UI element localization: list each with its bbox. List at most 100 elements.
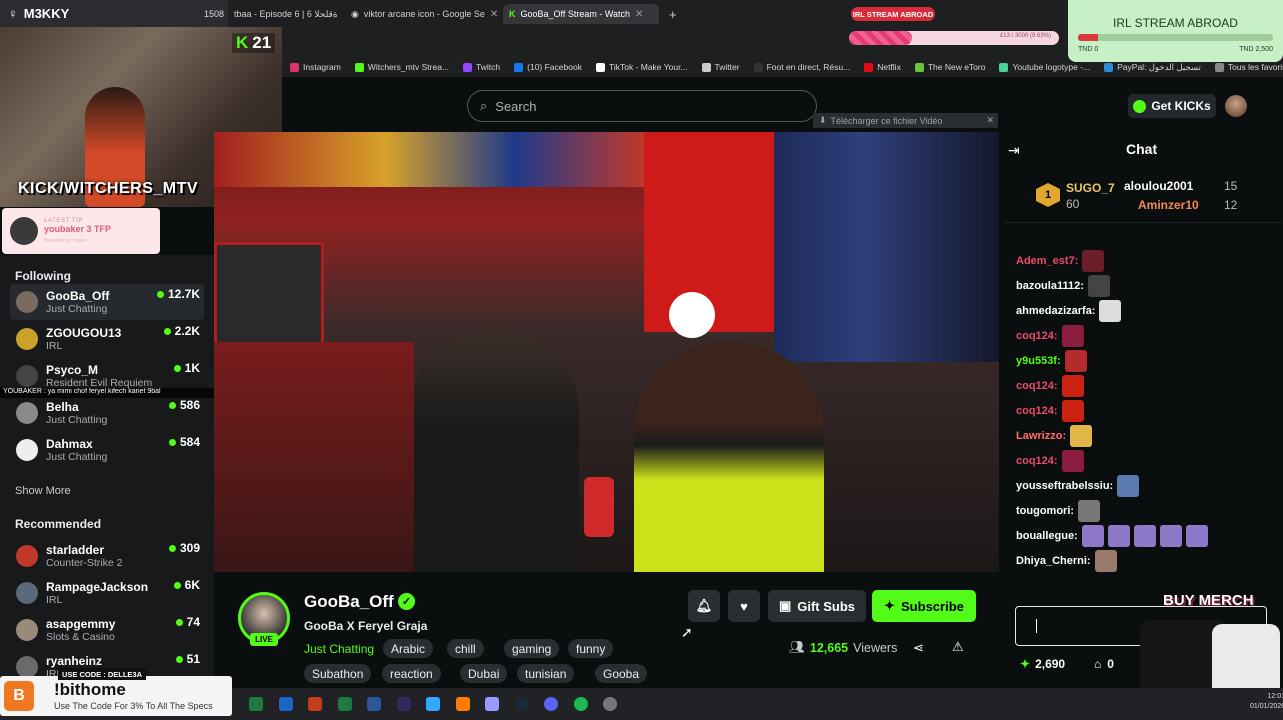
visio-icon[interactable] (367, 697, 381, 711)
sidebar-channel-asapgemmy[interactable]: asapgemmy Slots & Casino 74 (10, 612, 204, 648)
follow-button[interactable]: ♥ (728, 590, 760, 622)
tag-dubai[interactable]: Dubai (460, 664, 508, 683)
bookmark-item[interactable]: Twitter (701, 62, 740, 72)
tag-arabic[interactable]: Arabic (383, 639, 434, 658)
stream-category-link[interactable]: Just Chatting (304, 642, 374, 656)
irl-goal-min: TND 0 (1078, 46, 1099, 53)
chat-username[interactable]: y9u553f: (1016, 355, 1061, 367)
bookmark-item[interactable]: PayPal: تسجيل الدخول (1104, 62, 1201, 73)
bookmark-item[interactable]: Foot en direct, Résu... (753, 62, 850, 72)
steam-icon[interactable] (514, 697, 529, 711)
irl-badge: IRL STREAM ABROAD (851, 7, 935, 21)
bookmark-item[interactable]: Witchers_mtv Strea... (354, 62, 449, 72)
close-icon[interactable]: ✕ (986, 115, 994, 126)
share-icon[interactable]: ⋖ (913, 640, 924, 656)
chat-username[interactable]: Lawrizzo: (1016, 430, 1066, 442)
bookmark-item[interactable]: Instagram (290, 62, 341, 72)
chat-username[interactable]: bazoula1112: (1016, 280, 1084, 292)
chat-username[interactable]: coq124: (1016, 330, 1058, 342)
channel-category: IRL (46, 593, 63, 606)
subscribe-button[interactable]: ✦ Subscribe (872, 590, 976, 622)
sidebar-channel-gooba_off[interactable]: GooBa_Off Just Chatting 12.7K (10, 284, 204, 320)
bookmark-item[interactable]: Tous les favoris (1214, 62, 1283, 72)
bookmark-label: The New eToro (927, 62, 986, 72)
close-icon[interactable]: ✕ (490, 9, 497, 20)
streamer-name[interactable]: GooBa_Off (304, 592, 394, 612)
store-points[interactable]: ⌂ 0 (1094, 657, 1114, 671)
settings-icon[interactable] (603, 697, 617, 711)
tag-funny[interactable]: funny (568, 639, 614, 658)
photoshop-icon[interactable] (426, 697, 440, 711)
bookmark-label: (10) Facebook (527, 62, 582, 72)
video-player[interactable] (214, 132, 999, 572)
user-avatar[interactable] (1225, 95, 1247, 117)
notification-button[interactable]: 🔔︎ (688, 590, 720, 622)
sidebar-channel-dahmax[interactable]: Dahmax Just Chatting 584 (10, 432, 204, 468)
store-icon: ⌂ (1094, 657, 1102, 671)
chat-username[interactable]: coq124: (1016, 380, 1058, 392)
gift-subs-button[interactable]: ▣ Gift Subs (768, 590, 866, 622)
sidebar-channel-zgougou13[interactable]: ZGOUGOU13 IRL 2.2K (10, 321, 204, 357)
subscribe-label: Subscribe (901, 598, 964, 614)
chat-username[interactable]: Adem_est7: (1016, 255, 1078, 267)
browser-tab[interactable]: tbaa - Episode 6 | 6 ةقلحلا✕ (228, 4, 343, 24)
tag-gooba[interactable]: Gooba (595, 664, 648, 683)
microphone (584, 477, 614, 537)
channel-category: Counter-Strike 2 (46, 556, 123, 569)
premiere-icon[interactable] (485, 697, 499, 711)
illustrator-icon[interactable] (455, 697, 470, 711)
live-badge: LIVE (250, 633, 278, 646)
chat-message: y9u553f: (1016, 350, 1087, 372)
tag-tunisian[interactable]: tunisian (517, 664, 575, 683)
live-dot-icon (163, 327, 171, 335)
get-kicks-button[interactable]: Get KICKs (1128, 94, 1216, 118)
sidebar-channel-rampagejackson[interactable]: RampageJackson IRL 6K (10, 575, 204, 611)
bookmark-item[interactable]: Netflix (864, 62, 901, 72)
sidebar-channel-belha[interactable]: Belha Just Chatting 586 (10, 395, 204, 431)
irl-goal-track (1078, 34, 1273, 41)
kicks-coin-icon (1133, 99, 1147, 113)
bookmark-label: TikTok - Make Your... (608, 62, 688, 72)
browser-tab[interactable]: ◉ viktor arcane icon - Google Se ✕ (345, 4, 497, 24)
discord-icon[interactable] (544, 697, 558, 711)
bookmark-item[interactable]: (10) Facebook (514, 62, 582, 72)
aftereffects-icon[interactable] (396, 697, 411, 711)
tag-reaction[interactable]: reaction (382, 664, 441, 683)
chat-leaderboard: 1 SUGO_7 60 aloulou2001 15 Aminzer10 12 (1003, 175, 1281, 223)
outlook-icon[interactable] (278, 697, 293, 711)
browser-tab-active[interactable]: K GooBa_Off Stream - Watch ✕ (503, 4, 659, 24)
live-dot-icon (175, 618, 183, 626)
excel-icon[interactable] (249, 697, 263, 711)
sidebar-channel-starladder[interactable]: starladder Counter-Strike 2 309 (10, 538, 204, 574)
chat-message: coq124: (1016, 400, 1084, 422)
chat-username[interactable]: coq124: (1016, 455, 1058, 467)
chat-username[interactable]: bouallegue: (1016, 530, 1078, 542)
chat-username[interactable]: Dhiya_Cherni: (1016, 555, 1091, 567)
bookmark-item[interactable]: The New eToro (914, 62, 986, 72)
channel-points[interactable]: ✦ 2,690 (1020, 657, 1065, 671)
chat-username[interactable]: ahmedazizarfa: (1016, 305, 1095, 317)
report-icon[interactable]: ⚠ (952, 639, 964, 655)
tag-gaming[interactable]: gaming (504, 639, 560, 658)
show-more-link[interactable]: Show More (15, 485, 71, 497)
chat-username[interactable]: coq124: (1016, 405, 1058, 417)
avatar (16, 656, 38, 678)
download-video-bar[interactable]: ⬇ Télécharger ce fichier Vidéo ✕ (813, 113, 998, 128)
search-input[interactable]: ⌕ Search (467, 90, 817, 122)
bookmark-item[interactable]: Twitch (463, 62, 500, 72)
chat-emote (1061, 450, 1084, 472)
powerpoint-icon[interactable] (308, 697, 322, 711)
spotify-icon[interactable] (573, 697, 588, 711)
chat-username[interactable]: tougomori: (1016, 505, 1074, 517)
bookmark-item[interactable]: TikTok - Make Your... (595, 62, 688, 72)
tag-chill[interactable]: chill (447, 639, 484, 658)
project-icon[interactable] (337, 697, 352, 711)
chat-username[interactable]: yousseftrabelssiu: (1016, 480, 1113, 492)
channel-category: Slots & Casino (46, 630, 115, 643)
tag-subathon[interactable]: Subathon (304, 664, 372, 683)
collapse-chat-icon[interactable]: ⇥ (1008, 142, 1020, 159)
new-tab-button[interactable]: + (663, 4, 683, 24)
bookmark-item[interactable]: Youtube logotype -... (999, 62, 1090, 72)
close-icon[interactable]: ✕ (635, 9, 643, 20)
stream-title: GooBa X Feryel Graja (304, 619, 428, 633)
